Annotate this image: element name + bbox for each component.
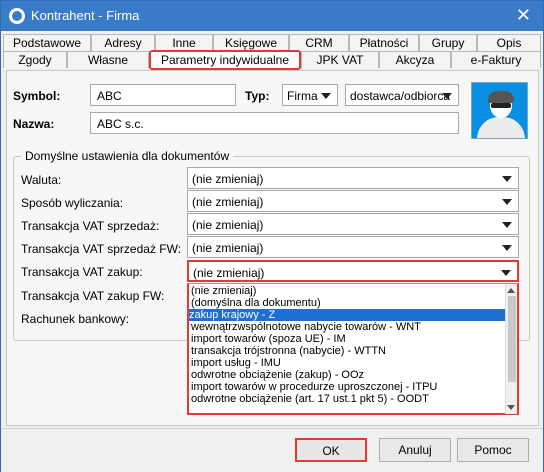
title-bar: Kontrahent - Firma ✕	[1, 1, 543, 31]
vat-zakup-fw-label: Transakcja VAT zakup FW:	[21, 289, 165, 303]
tab-podstawowe[interactable]: Podstawowe	[3, 34, 91, 51]
chevron-down-icon	[502, 222, 512, 228]
tab-parametry-indywidualne[interactable]: Parametry indywidualne	[149, 50, 301, 70]
tab-akcyza[interactable]: Akcyza	[379, 51, 451, 68]
vat-sprzedaz-label: Transakcja VAT sprzedaż:	[21, 219, 160, 233]
role-value: dostawca/odbiorca	[350, 89, 451, 103]
nazwa-label: Nazwa:	[13, 117, 55, 131]
scroll-down-icon[interactable]	[507, 405, 515, 410]
symbol-label: Symbol:	[13, 89, 61, 103]
ok-button[interactable]: OK	[295, 438, 367, 462]
sposob-wyliczania-label: Sposób wyliczania:	[21, 196, 124, 210]
vat-zakup-select[interactable]: (nie zmieniaj)	[187, 260, 519, 282]
avatar-glasses-icon	[491, 103, 511, 108]
chevron-down-icon	[442, 93, 452, 99]
tab-inne[interactable]: Inne	[155, 34, 213, 51]
chevron-down-icon	[502, 245, 512, 251]
help-button[interactable]: Pomoc	[457, 438, 529, 462]
tab-zgody[interactable]: Zgody	[3, 51, 67, 68]
scroll-up-icon[interactable]	[507, 288, 515, 293]
close-icon[interactable]: ✕	[516, 5, 531, 25]
typ-label: Typ:	[245, 89, 270, 103]
tab-opis[interactable]: Opis	[477, 34, 541, 51]
sposob-wyliczania-value: (nie zmieniaj)	[192, 195, 264, 209]
avatar-body-icon	[477, 117, 525, 138]
tab-e-faktury[interactable]: e-Faktury	[451, 51, 541, 68]
window-title: Kontrahent - Firma	[31, 8, 140, 23]
typ-select[interactable]: Firma	[282, 84, 338, 106]
chevron-down-icon	[502, 176, 512, 182]
chevron-down-icon	[321, 93, 331, 99]
vat-sprzedaz-fw-value: (nie zmieniaj)	[192, 241, 264, 255]
dropdown-option[interactable]: import usług - IMU	[191, 357, 507, 369]
contractor-avatar[interactable]	[471, 82, 528, 139]
waluta-select[interactable]: (nie zmieniaj)	[187, 167, 519, 189]
chevron-down-icon	[501, 270, 511, 276]
defaults-group-title: Domyślne ustawienia dla dokumentów	[21, 149, 234, 163]
vat-zakup-value: (nie zmieniaj)	[193, 266, 265, 280]
vat-zakup-label: Transakcja VAT zakup:	[21, 265, 143, 279]
app-icon	[9, 8, 25, 24]
typ-value: Firma	[287, 89, 318, 103]
scroll-thumb[interactable]	[508, 296, 516, 382]
avatar-hair-icon	[488, 91, 514, 103]
waluta-value: (nie zmieniaj)	[192, 172, 264, 186]
rachunek-bankowy-label: Rachunek bankowy:	[21, 312, 130, 326]
dropdown-option[interactable]: odwrotne obciążenie (art. 17 ust.1 pkt 5…	[191, 393, 507, 405]
tab-grupy[interactable]: Grupy	[419, 34, 477, 51]
dropdown-option-selected[interactable]: zakup krajowy - Z	[189, 309, 509, 321]
dropdown-option[interactable]: import towarów (spoza UE) - IM	[191, 333, 507, 345]
tab-adresy[interactable]: Adresy	[91, 34, 155, 51]
dropdown-option[interactable]: (nie zmieniaj)	[191, 285, 507, 297]
dropdown-option[interactable]: import towarów w procedurze uproszczonej…	[191, 381, 507, 393]
tab-crm[interactable]: CRM	[289, 34, 349, 51]
tab-platnosci[interactable]: Płatności	[349, 34, 419, 51]
role-select[interactable]: dostawca/odbiorca	[345, 84, 459, 106]
symbol-field[interactable]: ABC	[90, 84, 236, 106]
dropdown-option[interactable]: (domyślna dla dokumentu)	[191, 297, 507, 309]
vat-sprzedaz-fw-select[interactable]: (nie zmieniaj)	[187, 236, 519, 258]
tab-ksiegowe[interactable]: Księgowe	[213, 34, 289, 51]
tab-jpk-vat[interactable]: JPK VAT	[301, 51, 379, 68]
sposob-wyliczania-select[interactable]: (nie zmieniaj)	[187, 190, 519, 212]
chevron-down-icon	[502, 199, 512, 205]
vat-sprzedaz-select[interactable]: (nie zmieniaj)	[187, 213, 519, 235]
vat-sprzedaz-fw-label: Transakcja VAT sprzedaż FW:	[21, 242, 182, 256]
waluta-label: Waluta:	[21, 173, 62, 187]
cancel-button[interactable]: Anuluj	[379, 438, 451, 462]
vat-zakup-dropdown-list[interactable]: (nie zmieniaj) (domyślna dla dokumentu) …	[187, 283, 519, 415]
dropdown-option[interactable]: transakcja trójstronna (nabycie) - WTTN	[191, 345, 507, 357]
tab-strip: Podstawowe Adresy Inne Księgowe CRM Płat…	[1, 34, 543, 72]
vat-sprzedaz-value: (nie zmieniaj)	[192, 218, 264, 232]
dropdown-option[interactable]: wewnątrzwspólnotowe nabycie towarów - WN…	[191, 321, 507, 333]
dropdown-scrollbar[interactable]	[505, 284, 517, 414]
nazwa-field[interactable]: ABC s.c.	[90, 112, 459, 134]
kontrahent-window: Kontrahent - Firma ✕ Podstawowe Adresy I…	[0, 0, 544, 472]
tab-wlasne[interactable]: Własne	[67, 51, 149, 68]
dropdown-option[interactable]: odwrotne obciążenie (zakup) - OOz	[191, 369, 507, 381]
